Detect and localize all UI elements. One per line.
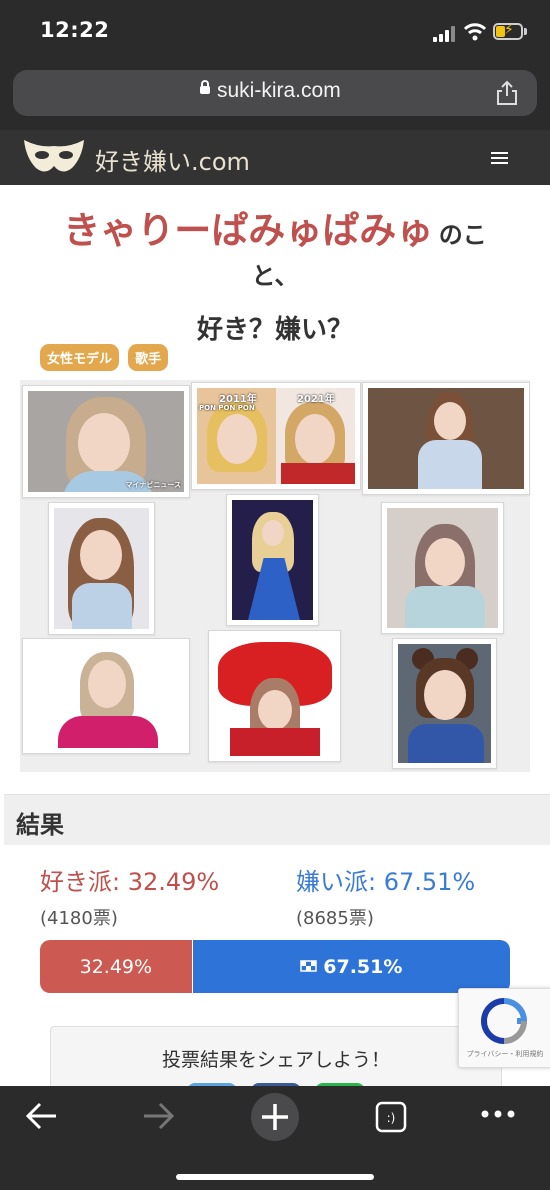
title-tail: のこ [438, 221, 487, 249]
results-header: 結果 [4, 794, 550, 845]
page-title: きゃりーぱみゅぱみゅ のこ と、 好き？嫌い？ [30, 200, 520, 346]
title-name: きゃりーぱみゅぱみゅ [63, 209, 434, 252]
share-icon[interactable] [495, 80, 519, 106]
more-options-icon[interactable] [480, 1108, 516, 1120]
battery-cap [524, 28, 527, 35]
photo-1[interactable]: マイナビニュース [22, 385, 190, 498]
like-bar-segment: 32.49% [40, 940, 193, 993]
tag-singer[interactable]: 歌手 [128, 344, 169, 371]
battery-icon: ⚡ [493, 22, 523, 40]
wifi-icon [464, 23, 486, 41]
photo-2[interactable]: 2011年 2021年 PON PON PON [191, 382, 361, 490]
tag-female-model[interactable]: 女性モデル [40, 344, 120, 371]
cellular-signal-icon [433, 24, 459, 42]
address-bar[interactable]: suki-kira.com [13, 70, 537, 116]
dislike-bar-segment: 67.51% [192, 940, 510, 993]
title-line2: と、 [251, 262, 299, 290]
like-vote-count: (4180票) [40, 908, 118, 929]
tag-list: 女性モデル 歌手 [40, 344, 172, 371]
vote-result-bar: 32.49% 67.51% [40, 940, 510, 993]
lock-icon [200, 80, 210, 94]
site-header: 好き嫌い.com [0, 130, 550, 185]
photo-3[interactable] [362, 382, 530, 495]
tabs-icon[interactable]: :) [374, 1100, 408, 1134]
like-percentage-label: 好き派: 32.49% [40, 868, 220, 896]
photo-5[interactable] [226, 494, 319, 626]
browser-address-area: suki-kira.com [0, 64, 550, 130]
photo-7[interactable] [22, 638, 190, 754]
photo-1-caption: マイナビニュース [125, 481, 181, 489]
new-tab-plus-icon[interactable] [250, 1092, 300, 1142]
menu-icon[interactable] [491, 152, 508, 165]
recaptcha-icon [480, 998, 528, 1044]
dislike-bar-text: 67.51% [323, 955, 403, 978]
forward-arrow-icon[interactable] [140, 1100, 176, 1132]
title-question: 好き？嫌い？ [196, 315, 353, 345]
mask-logo-icon[interactable] [20, 136, 88, 180]
photo-6[interactable] [381, 502, 504, 634]
svg-text::): :) [387, 1111, 396, 1125]
checkered-flag-icon [300, 960, 318, 972]
home-indicator [176, 1174, 374, 1180]
photo-4[interactable] [48, 502, 155, 635]
site-logo-text[interactable]: 好き嫌い.com [95, 142, 250, 177]
status-bar: 12:22 ⚡ [0, 0, 550, 64]
recaptcha-privacy-text[interactable]: プライバシー・利用規約 [459, 1049, 550, 1059]
photo-gallery: マイナビニュース 2011年 2021年 PON PON PON [20, 380, 530, 772]
dislike-vote-count: (8685票) [296, 908, 374, 929]
share-prompt: 投票結果をシェアしよう！ [161, 1049, 390, 1071]
like-bar-text: 32.49% [79, 955, 153, 978]
dislike-percentage-label: 嫌い派: 67.51% [296, 868, 476, 896]
photo-2-sub: PON PON PON [199, 404, 255, 412]
photo-9[interactable] [392, 638, 497, 769]
photo-8[interactable] [208, 630, 341, 762]
status-time: 12:22 [40, 18, 110, 42]
photo-2-left-label: 2011年 [219, 394, 257, 405]
back-arrow-icon[interactable] [24, 1100, 60, 1132]
results-heading: 結果 [16, 811, 64, 839]
recaptcha-badge[interactable]: プライバシー・利用規約 [458, 988, 550, 1068]
photo-2-right-label: 2021年 [297, 394, 335, 405]
url-text: suki-kira.com [217, 79, 341, 102]
